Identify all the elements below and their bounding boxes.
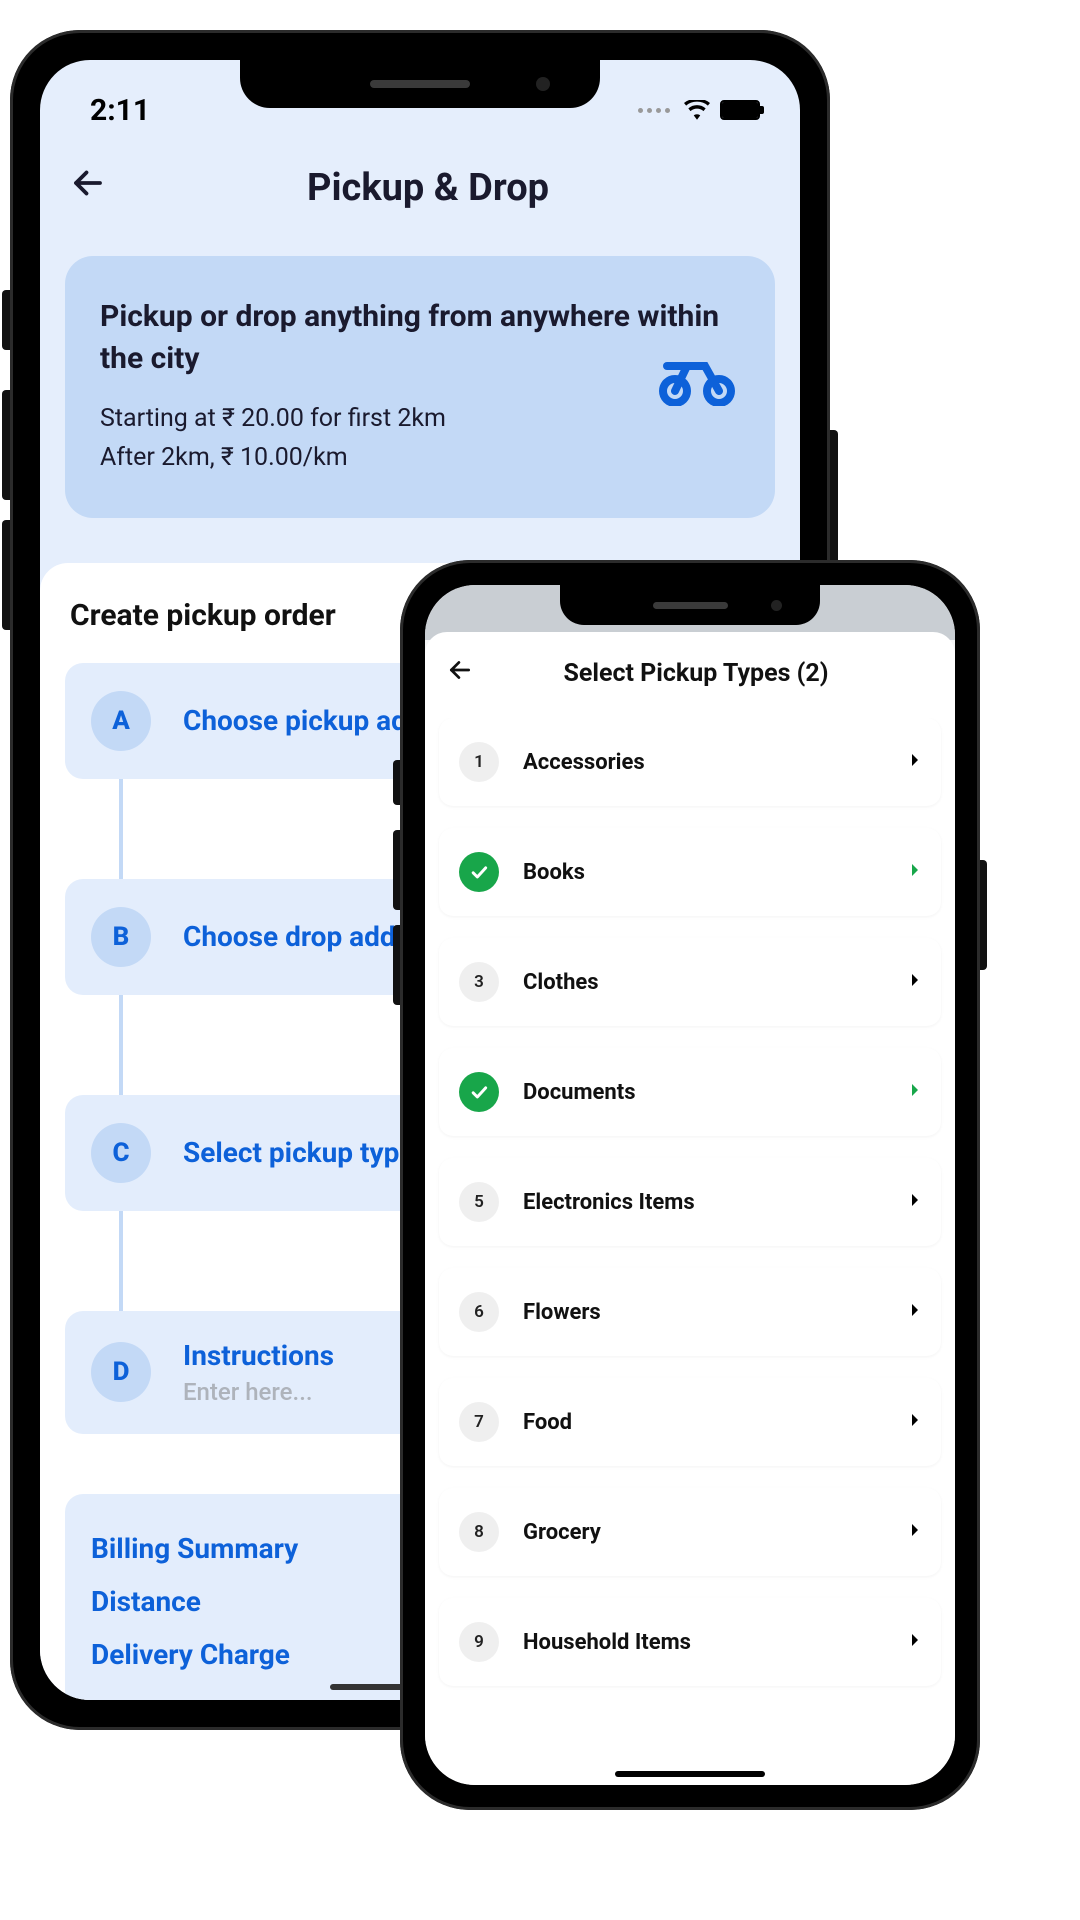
type-index-badge: 9 bbox=[459, 1622, 499, 1662]
chevron-right-icon bbox=[909, 972, 921, 992]
header: Pickup & Drop bbox=[40, 140, 800, 236]
chevron-right-icon bbox=[909, 752, 921, 772]
signal-dots-icon bbox=[638, 108, 670, 113]
type-index-badge: 1 bbox=[459, 742, 499, 782]
side-button bbox=[393, 760, 400, 805]
pickup-type-item[interactable]: 5 Electronics Items bbox=[439, 1158, 941, 1246]
chevron-right-icon bbox=[909, 1082, 921, 1102]
type-label: Grocery bbox=[523, 1520, 885, 1545]
type-index-badge: 6 bbox=[459, 1292, 499, 1332]
chevron-right-icon bbox=[909, 1522, 921, 1542]
pickup-type-list[interactable]: 1 Accessories Books 3 Clothes Documents 5 Elect… bbox=[425, 718, 955, 1785]
front-camera bbox=[771, 600, 782, 611]
type-label: Documents bbox=[523, 1080, 885, 1105]
screen-front: Select Pickup Types (2) 1 Accessories Book… bbox=[425, 585, 955, 1785]
step-label: Select pickup type bbox=[183, 1136, 414, 1169]
info-line1: Starting at ₹ 20.00 for first 2km bbox=[100, 400, 740, 439]
front-camera bbox=[536, 77, 550, 91]
home-indicator bbox=[615, 1771, 765, 1777]
check-icon bbox=[459, 852, 499, 892]
type-label: Electronics Items bbox=[523, 1190, 885, 1215]
type-label: Accessories bbox=[523, 750, 885, 775]
step-connector bbox=[119, 995, 123, 1095]
wifi-icon bbox=[684, 100, 710, 120]
pickup-type-item[interactable]: 1 Accessories bbox=[439, 718, 941, 806]
type-index-badge: 5 bbox=[459, 1182, 499, 1222]
side-button bbox=[2, 520, 10, 630]
side-button bbox=[393, 830, 400, 910]
check-icon bbox=[459, 1072, 499, 1112]
pickup-type-item[interactable]: Documents bbox=[439, 1048, 941, 1136]
pickup-type-item[interactable]: Books bbox=[439, 828, 941, 916]
step-letter: D bbox=[91, 1342, 151, 1402]
sheet-title: Select Pickup Types (2) bbox=[485, 659, 907, 688]
side-button bbox=[2, 290, 10, 350]
back-arrow-icon[interactable] bbox=[70, 165, 106, 211]
motorcycle-icon bbox=[657, 351, 737, 410]
pricing-info-card: Pickup or drop anything from anywhere wi… bbox=[65, 256, 775, 518]
step-connector bbox=[119, 1211, 123, 1311]
page-title: Pickup & Drop bbox=[126, 166, 730, 210]
info-title: Pickup or drop anything from anywhere wi… bbox=[100, 296, 740, 380]
status-icons bbox=[638, 100, 760, 120]
pickup-type-item[interactable]: 3 Clothes bbox=[439, 938, 941, 1026]
back-arrow-icon[interactable] bbox=[447, 657, 473, 690]
step-letter: C bbox=[91, 1123, 151, 1183]
type-label: Books bbox=[523, 860, 885, 885]
chevron-right-icon bbox=[909, 1302, 921, 1322]
side-button bbox=[830, 430, 838, 580]
side-button bbox=[980, 860, 987, 970]
side-button bbox=[393, 925, 400, 1005]
step-connector bbox=[119, 779, 123, 879]
chevron-right-icon bbox=[909, 862, 921, 882]
step-placeholder: Enter here... bbox=[183, 1378, 334, 1406]
side-button bbox=[2, 390, 10, 500]
type-label: Food bbox=[523, 1410, 885, 1435]
notch bbox=[240, 60, 600, 108]
battery-icon bbox=[720, 100, 760, 120]
type-index-badge: 7 bbox=[459, 1402, 499, 1442]
info-line2: After 2km, ₹ 10.00/km bbox=[100, 439, 740, 478]
speaker-grill bbox=[370, 80, 470, 88]
pickup-type-item[interactable]: 8 Grocery bbox=[439, 1488, 941, 1576]
chevron-right-icon bbox=[909, 1192, 921, 1212]
status-time: 2:11 bbox=[90, 93, 150, 128]
chevron-right-icon bbox=[909, 1412, 921, 1432]
pickup-type-item[interactable]: 7 Food bbox=[439, 1378, 941, 1466]
type-label: Clothes bbox=[523, 970, 885, 995]
chevron-right-icon bbox=[909, 1632, 921, 1652]
pickup-type-item[interactable]: 9 Household Items bbox=[439, 1598, 941, 1686]
sheet-header: Select Pickup Types (2) bbox=[425, 632, 955, 718]
type-index-badge: 8 bbox=[459, 1512, 499, 1552]
speaker-grill bbox=[653, 602, 728, 609]
step-letter: A bbox=[91, 691, 151, 751]
type-label: Household Items bbox=[523, 1630, 885, 1655]
info-subtitle: Starting at ₹ 20.00 for first 2km After … bbox=[100, 400, 740, 478]
type-index-badge: 3 bbox=[459, 962, 499, 1002]
step-letter: B bbox=[91, 907, 151, 967]
pickup-types-sheet: Select Pickup Types (2) 1 Accessories Book… bbox=[425, 632, 955, 1785]
pickup-type-item[interactable]: 6 Flowers bbox=[439, 1268, 941, 1356]
phone-device-front: Select Pickup Types (2) 1 Accessories Book… bbox=[400, 560, 980, 1810]
notch bbox=[560, 585, 820, 625]
step-label: Instructions bbox=[183, 1339, 334, 1372]
type-label: Flowers bbox=[523, 1300, 885, 1325]
